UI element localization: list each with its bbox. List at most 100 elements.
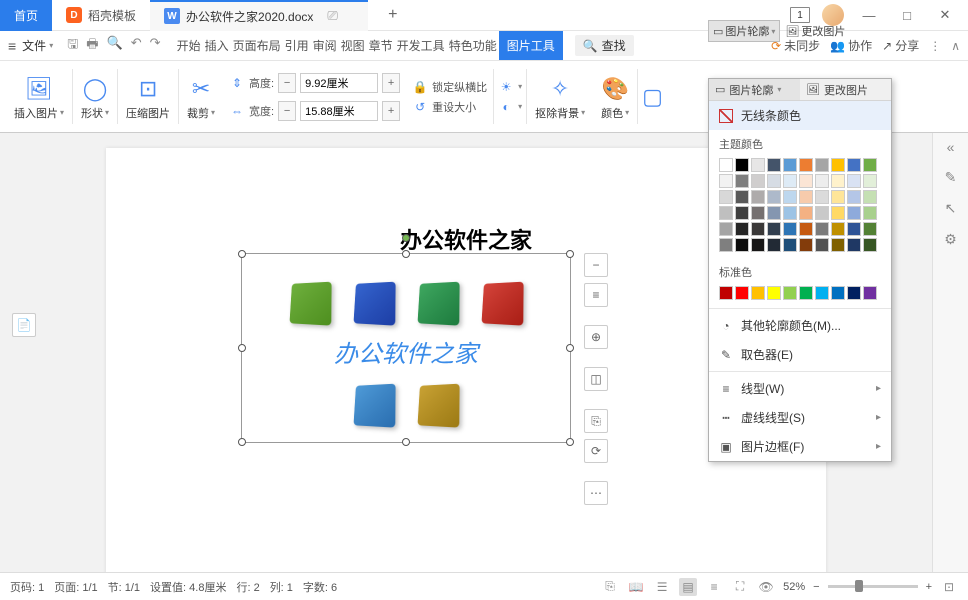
insert-picture-group[interactable]: 🖼 插入图片▾ — [6, 61, 72, 132]
status-page-count[interactable]: 页面: 1/1 — [54, 579, 97, 595]
tab-devtools[interactable]: 开发工具 — [395, 31, 447, 60]
color-swatch[interactable] — [719, 190, 733, 204]
color-swatch[interactable] — [767, 206, 781, 220]
height-decrease[interactable]: − — [278, 73, 296, 93]
new-tab-button[interactable]: + — [378, 6, 408, 24]
more-tools-button[interactable]: ⋯ — [584, 481, 608, 505]
resize-handle-bl[interactable] — [238, 438, 246, 446]
color-swatch[interactable] — [783, 238, 797, 252]
color-swatch[interactable] — [815, 238, 829, 252]
zoom-out-btn[interactable]: − — [813, 581, 819, 593]
tab-sections[interactable]: 章节 — [367, 31, 395, 60]
color-swatch[interactable] — [815, 286, 829, 300]
cursor-icon[interactable]: ↖ — [945, 200, 957, 217]
eyedropper-row[interactable]: ✎ 取色器(E) — [709, 340, 891, 369]
view-read-icon[interactable]: ⎘ — [601, 578, 619, 596]
expand-icon[interactable]: ∧ — [951, 39, 960, 53]
tab-references[interactable]: 引用 — [283, 31, 311, 60]
tab-home[interactable]: 首页 — [0, 0, 52, 31]
popup-change-tab[interactable]: 🖼 更改图片 — [800, 79, 891, 101]
zoom-out-button[interactable]: − — [584, 253, 608, 277]
color-group[interactable]: 🎨 颜色▾ — [593, 61, 637, 132]
dash-type-row[interactable]: ┅ 虚线线型(S) ▸ — [709, 403, 891, 432]
present-icon[interactable]: ⎚ — [327, 8, 337, 24]
color-swatch[interactable] — [799, 238, 813, 252]
color-swatch[interactable] — [767, 238, 781, 252]
view-page-icon[interactable]: ▤ — [679, 578, 697, 596]
color-swatch[interactable] — [815, 174, 829, 188]
color-swatch[interactable] — [831, 206, 845, 220]
color-swatch[interactable] — [799, 286, 813, 300]
view-fullscreen-icon[interactable]: ⛶ — [731, 578, 749, 596]
color-swatch[interactable] — [847, 158, 861, 172]
settings-icon[interactable]: ⚙ — [944, 231, 957, 248]
contrast[interactable]: ◐▾ — [498, 99, 522, 115]
color-swatch[interactable] — [767, 286, 781, 300]
rotate-handle[interactable] — [402, 234, 410, 242]
height-increase[interactable]: + — [382, 73, 400, 93]
page-nav-button[interactable]: 📄 — [12, 313, 36, 337]
layout-button[interactable]: ≡ — [584, 283, 608, 307]
search-box[interactable]: 🔍 查找 — [575, 35, 634, 56]
tab-picture-tools[interactable]: 图片工具 — [499, 31, 563, 60]
tab-document[interactable]: W 办公软件之家2020.docx ⎚ — [150, 0, 368, 31]
status-section[interactable]: 节: 1/1 — [108, 579, 140, 595]
more-colors-row[interactable]: ◔ 其他轮廓颜色(M)... — [709, 311, 891, 340]
color-swatch[interactable] — [863, 222, 877, 236]
color-swatch[interactable] — [767, 158, 781, 172]
minimize-button[interactable]: — — [856, 8, 882, 23]
color-swatch[interactable] — [751, 190, 765, 204]
color-swatch[interactable] — [719, 158, 733, 172]
brightness[interactable]: ☀▾ — [498, 79, 522, 95]
redo-icon[interactable]: ↷ — [150, 35, 161, 57]
color-swatch[interactable] — [751, 206, 765, 220]
sidebar-expand-icon[interactable]: « — [947, 139, 955, 155]
status-page-num[interactable]: 页码: 1 — [10, 579, 44, 595]
color-swatch[interactable] — [735, 286, 749, 300]
color-swatch[interactable] — [863, 158, 877, 172]
color-swatch[interactable] — [719, 222, 733, 236]
crop-group[interactable]: ✂ 裁剪▾ — [179, 61, 223, 132]
color-swatch[interactable] — [751, 286, 765, 300]
more-icon[interactable]: ⋮ — [929, 39, 941, 53]
app-menu-icon[interactable]: ≡ — [8, 38, 16, 54]
color-swatch[interactable] — [863, 206, 877, 220]
tab-review[interactable]: 审阅 — [311, 31, 339, 60]
tab-special[interactable]: 特色功能 — [447, 31, 499, 60]
color-swatch[interactable] — [735, 174, 749, 188]
picture-outline-button[interactable]: ▭ 图片轮廓 ▾ — [708, 20, 780, 42]
reset-size[interactable]: ↺ 重设大小 — [412, 99, 487, 115]
width-input[interactable] — [300, 101, 378, 121]
share-button[interactable]: ↗ 分享 — [882, 37, 919, 54]
color-swatch[interactable] — [847, 286, 861, 300]
shape-group[interactable]: ◯ 形状▾ — [73, 61, 117, 132]
color-swatch[interactable] — [863, 238, 877, 252]
tab-layout[interactable]: 页面布局 — [231, 31, 283, 60]
status-wordcount[interactable]: 字数: 6 — [303, 579, 337, 595]
zoom-slider[interactable] — [828, 585, 918, 588]
color-swatch[interactable] — [863, 286, 877, 300]
color-swatch[interactable] — [831, 286, 845, 300]
resize-handle-tr[interactable] — [566, 250, 574, 258]
color-swatch[interactable] — [831, 222, 845, 236]
color-swatch[interactable] — [767, 222, 781, 236]
color-swatch[interactable] — [863, 174, 877, 188]
color-swatch[interactable] — [831, 158, 845, 172]
color-swatch[interactable] — [831, 174, 845, 188]
color-swatch[interactable] — [863, 190, 877, 204]
color-swatch[interactable] — [735, 190, 749, 204]
color-swatch[interactable] — [847, 174, 861, 188]
color-swatch[interactable] — [799, 190, 813, 204]
color-swatch[interactable] — [783, 174, 797, 188]
color-swatch[interactable] — [719, 238, 733, 252]
rotate-tool-button[interactable]: ⟳ — [584, 439, 608, 463]
color-swatch[interactable] — [847, 238, 861, 252]
resize-handle-b[interactable] — [402, 438, 410, 446]
tab-view[interactable]: 视图 — [339, 31, 367, 60]
maximize-button[interactable]: □ — [894, 8, 920, 23]
height-input[interactable] — [300, 73, 378, 93]
preview-icon[interactable]: 🔍 — [107, 35, 123, 57]
color-swatch[interactable] — [767, 190, 781, 204]
print-icon[interactable]: 🖶 — [86, 35, 98, 57]
color-swatch[interactable] — [719, 174, 733, 188]
